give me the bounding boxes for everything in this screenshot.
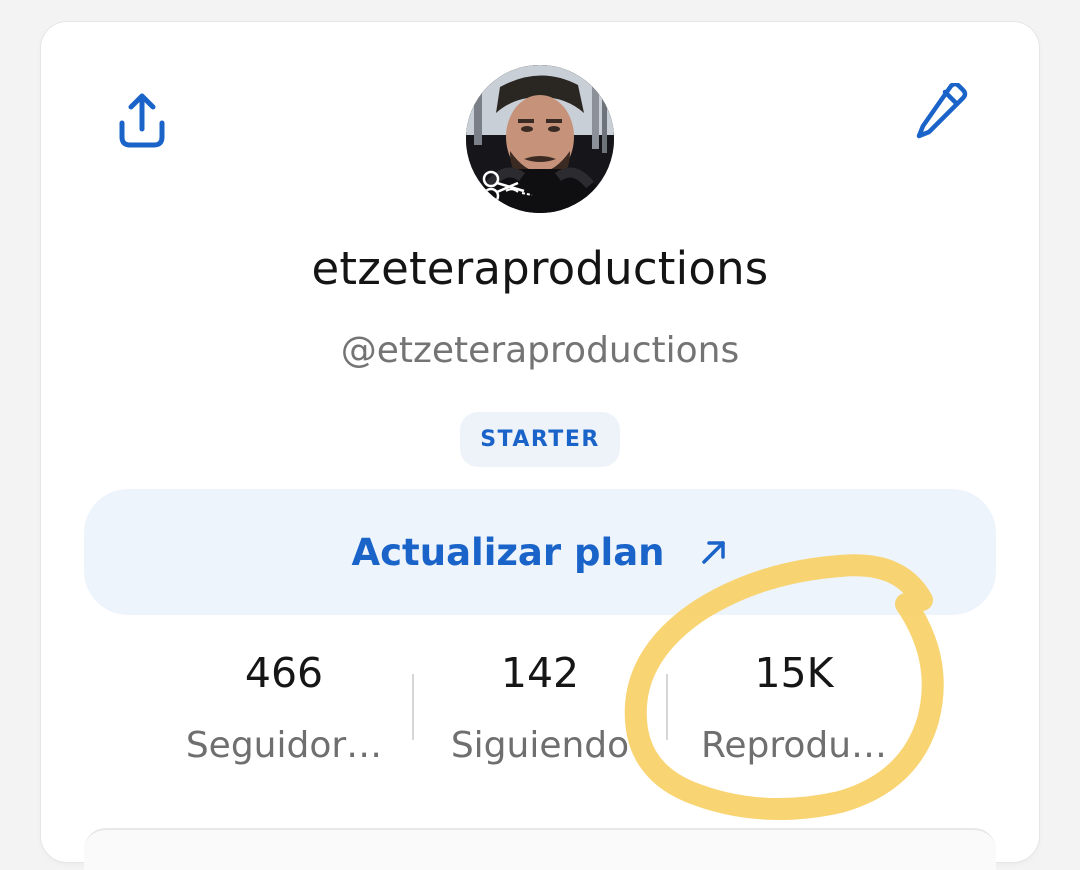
- stat-divider: [666, 674, 668, 740]
- following-count: 142: [500, 649, 580, 697]
- following-label: Siguiendo: [450, 725, 630, 766]
- display-name: etzeteraproductions: [311, 242, 769, 295]
- upgrade-plan-label: Actualizar plan: [351, 530, 665, 574]
- followers-count: 466: [244, 649, 324, 697]
- share-icon: [119, 93, 165, 148]
- share-button[interactable]: [107, 86, 177, 156]
- plan-badge: STARTER: [460, 412, 620, 467]
- avatar[interactable]: [466, 65, 614, 213]
- plays-label: Reprodu…: [700, 725, 888, 766]
- followers-label: Seguidor…: [185, 725, 383, 766]
- next-section-edge: [84, 828, 996, 870]
- pencil-icon: [916, 83, 968, 139]
- plays-count: 15K: [754, 649, 834, 697]
- arrow-up-right-icon: [699, 537, 729, 567]
- followers-stat[interactable]: 466 Seguidor…: [164, 650, 404, 766]
- plays-stat[interactable]: 15K Reprodu…: [674, 650, 914, 766]
- stat-divider: [412, 674, 414, 740]
- profile-card: etzeteraproductions @etzeteraproductions…: [41, 22, 1039, 870]
- following-stat[interactable]: 142 Siguiendo: [420, 650, 660, 766]
- username-handle: @etzeteraproductions: [340, 330, 740, 371]
- upgrade-plan-button[interactable]: Actualizar plan: [84, 489, 996, 615]
- avatar-photo: [466, 65, 614, 213]
- edit-profile-button[interactable]: [907, 78, 977, 148]
